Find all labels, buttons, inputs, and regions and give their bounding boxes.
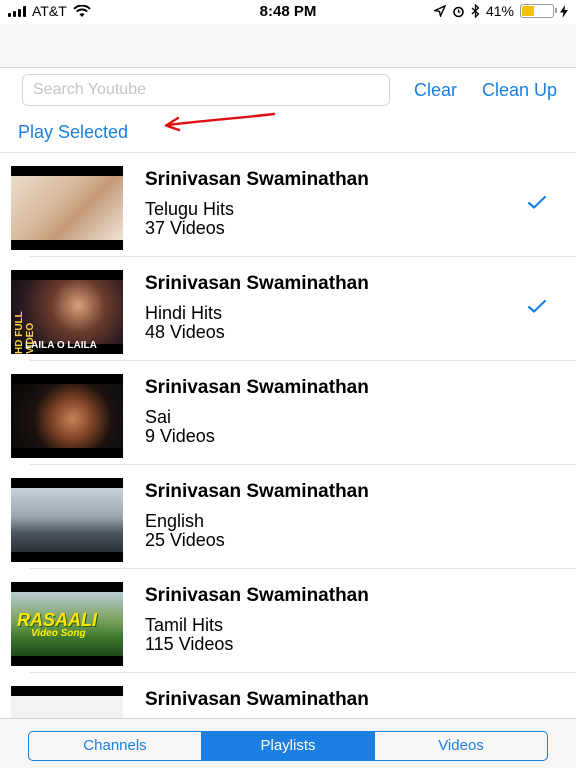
playlist-title: Hindi Hits xyxy=(145,303,223,323)
battery-icon xyxy=(520,4,557,18)
alarm-icon xyxy=(453,6,464,17)
playlist-title: Sai xyxy=(145,407,172,427)
list-item[interactable]: Srinivasan Swaminathan English 25 Videos xyxy=(0,465,576,569)
playlist-title: English xyxy=(145,511,205,531)
playlist-count: 37 Videos xyxy=(145,218,225,238)
location-icon xyxy=(433,5,446,17)
segmented-control: Channels Playlists Videos xyxy=(28,731,548,761)
playlist-thumbnail xyxy=(11,374,123,458)
list-item[interactable]: HD FULL VIDEO LAILA O LAILA Srinivasan S… xyxy=(0,257,576,361)
playlist-thumbnail xyxy=(11,166,123,250)
list-item[interactable]: RASAALI Video Song Srinivasan Swaminatha… xyxy=(0,569,576,673)
playlist-owner: Srinivasan Swaminathan xyxy=(145,273,369,294)
playlist-thumbnail xyxy=(11,478,123,562)
tab-videos[interactable]: Videos xyxy=(375,732,547,760)
bluetooth-icon xyxy=(471,4,480,18)
playlist-count: 48 Videos xyxy=(145,322,225,342)
battery-percent: 41% xyxy=(485,3,514,19)
playlist-count: 25 Videos xyxy=(145,530,225,550)
playlist-owner: Srinivasan Swaminathan xyxy=(145,169,369,190)
play-selected-button[interactable]: Play Selected xyxy=(18,122,128,143)
playlist-count: 115 Videos xyxy=(145,634,234,654)
thumbnail-caption: LAILA O LAILA xyxy=(25,340,97,351)
checkmark-icon xyxy=(527,195,547,209)
list-item[interactable]: Srinivasan Swaminathan Sai 9 Videos xyxy=(0,361,576,465)
navigation-bar xyxy=(0,24,576,68)
charging-icon xyxy=(560,4,568,18)
list-item[interactable]: Srinivasan Swaminathan Telugu Hits 37 Vi… xyxy=(0,153,576,257)
playlist-count: 9 Videos xyxy=(145,426,215,446)
playlist-title: Telugu Hits xyxy=(145,199,235,219)
playlist-thumbnail: RASAALI Video Song xyxy=(11,582,123,666)
playlist-list[interactable]: Srinivasan Swaminathan Telugu Hits 37 Vi… xyxy=(0,152,576,718)
status-right: 41% xyxy=(433,3,568,19)
bottom-toolbar: Channels Playlists Videos xyxy=(0,718,576,768)
tab-playlists[interactable]: Playlists xyxy=(202,732,375,760)
playlist-title: Tamil Hits xyxy=(145,615,224,635)
search-input[interactable] xyxy=(22,74,390,106)
thumbnail-subcaption: Video Song xyxy=(31,628,86,639)
checkmark-icon xyxy=(527,299,547,313)
battery-fill xyxy=(522,6,535,16)
clean-up-button[interactable]: Clean Up xyxy=(482,80,557,101)
playlist-owner: Srinivasan Swaminathan xyxy=(145,481,369,502)
playlist-thumbnail xyxy=(11,686,123,718)
playlist-owner: Srinivasan Swaminathan xyxy=(145,689,369,710)
playlist-owner: Srinivasan Swaminathan xyxy=(145,377,369,398)
playlist-thumbnail: HD FULL VIDEO LAILA O LAILA xyxy=(11,270,123,354)
red-arrow-annotation xyxy=(164,112,276,132)
clear-button[interactable]: Clear xyxy=(414,80,457,101)
playlist-owner: Srinivasan Swaminathan xyxy=(145,585,369,606)
tab-channels[interactable]: Channels xyxy=(29,732,202,760)
status-bar: AT&T 8:48 PM 41% xyxy=(0,0,576,24)
list-item[interactable]: Srinivasan Swaminathan xyxy=(0,673,576,718)
